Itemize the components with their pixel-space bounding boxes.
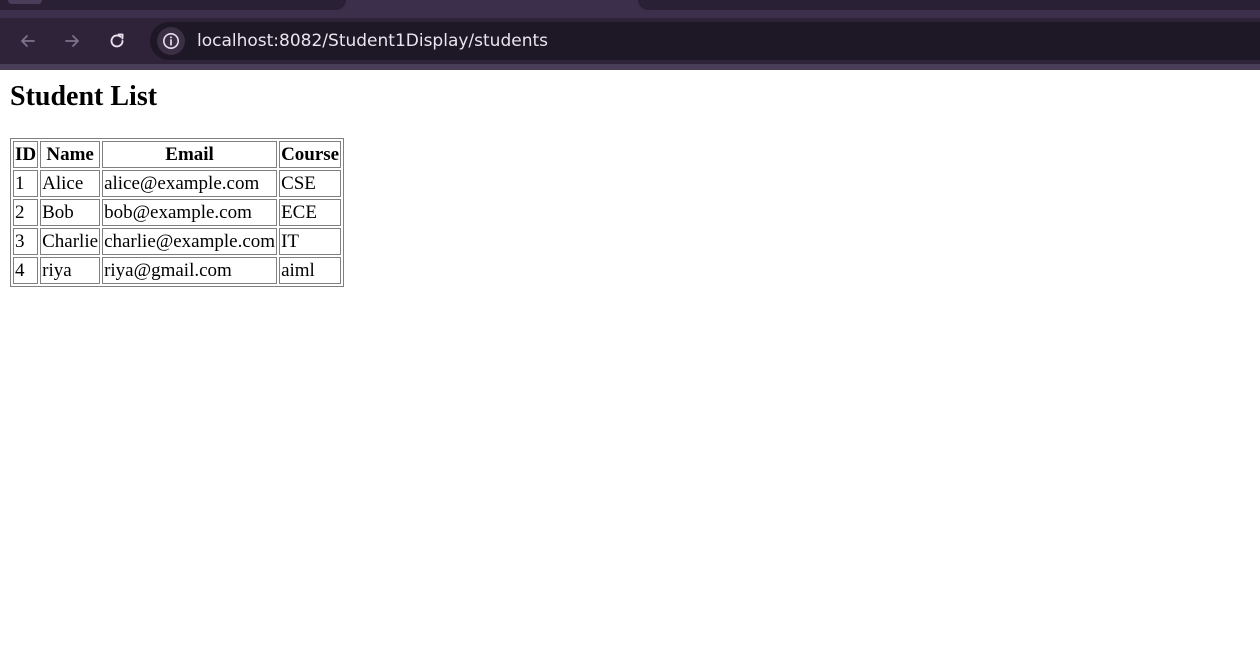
- column-header-name: Name: [40, 141, 101, 168]
- cell-name: riya: [40, 257, 101, 284]
- page-content: Student List ID Name Email Course 1 Alic…: [0, 80, 1260, 287]
- table-header-row: ID Name Email Course: [13, 141, 342, 168]
- cell-id: 2: [13, 199, 39, 226]
- table-row: 2 Bob bob@example.com ECE: [13, 199, 342, 226]
- page-title: Student List: [10, 81, 158, 112]
- back-button[interactable]: [13, 26, 43, 56]
- table-row: 4 riya riya@gmail.com aiml: [13, 257, 342, 284]
- column-header-course: Course: [279, 141, 342, 168]
- students-table: ID Name Email Course 1 Alice alice@examp…: [10, 138, 345, 287]
- cell-course: ECE: [279, 199, 342, 226]
- column-header-email: Email: [102, 141, 278, 168]
- cell-email: alice@example.com: [102, 170, 278, 197]
- browser-chrome: localhost:8082/Student1Display/students: [0, 0, 1260, 70]
- browser-toolbar: localhost:8082/Student1Display/students: [0, 18, 1260, 64]
- tab-left-edge: [8, 0, 42, 4]
- table-row: 3 Charlie charlie@example.com IT: [13, 228, 342, 255]
- toolbar-divider: [0, 64, 1260, 70]
- reload-button[interactable]: [102, 26, 132, 56]
- url-text[interactable]: localhost:8082/Student1Display/students: [197, 22, 548, 60]
- address-bar[interactable]: localhost:8082/Student1Display/students: [150, 22, 1260, 60]
- cell-course: CSE: [279, 170, 342, 197]
- site-info-button[interactable]: [157, 27, 185, 55]
- cell-id: 1: [13, 170, 39, 197]
- cell-name: Bob: [40, 199, 101, 226]
- tab-left[interactable]: [0, 0, 346, 10]
- forward-button[interactable]: [57, 26, 87, 56]
- cell-id: 3: [13, 228, 39, 255]
- arrow-left-icon: [21, 35, 35, 47]
- arrow-right-icon: [65, 35, 79, 47]
- cell-id: 4: [13, 257, 39, 284]
- tab-strip: [0, 0, 1260, 12]
- cell-email: riya@gmail.com: [102, 257, 278, 284]
- reload-icon: [110, 33, 124, 48]
- column-header-id: ID: [13, 141, 39, 168]
- cell-name: Alice: [40, 170, 101, 197]
- cell-course: aiml: [279, 257, 342, 284]
- table-row: 1 Alice alice@example.com CSE: [13, 170, 342, 197]
- cell-name: Charlie: [40, 228, 101, 255]
- tab-right[interactable]: [638, 0, 1260, 10]
- info-icon: [163, 33, 179, 49]
- cell-email: bob@example.com: [102, 199, 278, 226]
- cell-email: charlie@example.com: [102, 228, 278, 255]
- cell-course: IT: [279, 228, 342, 255]
